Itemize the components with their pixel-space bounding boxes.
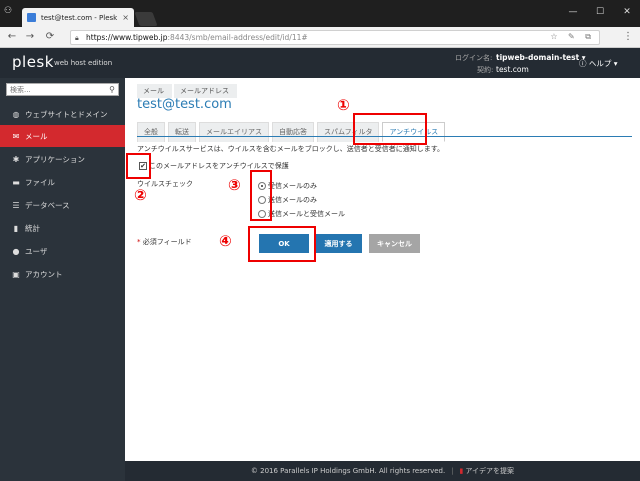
footer: © 2016 Parallels IP Holdings GmbH. All r… [125,461,640,481]
sidebar-search: ⚲ [6,83,119,96]
sidebar-item-files[interactable]: ▬ ファイル [0,171,125,193]
tab-close-icon[interactable]: × [122,13,129,22]
sidebar-item-label: 統計 [25,223,40,233]
radio-incoming-label: 受信メールのみ [268,182,317,190]
required-label: 必須フィールド [142,238,192,246]
folder-icon: ▬ [12,177,20,187]
url-path: :8443/smb/email-address/edit/id/11# [167,33,308,42]
browser-titlebar: ⚇ test@test.com - Plesk 1 × — ☐ ✕ [0,0,640,27]
required-star: * [137,238,141,246]
annotation-number-3: ③ [228,176,241,194]
sidebar-item-account[interactable]: ▣ アカウント [0,263,125,285]
tab-aliases[interactable]: メールエイリアス [199,122,269,142]
breadcrumb: メール メールアドレス [137,84,239,98]
footer-separator: | [451,467,454,475]
sidebar-item-label: アプリケーション [25,154,85,164]
gear-icon: ✱ [12,154,20,164]
lightbulb-icon: ▮ [459,467,464,475]
annotation-box-2 [126,153,151,179]
antivirus-description: アンチウイルスサービスは、ウイルスを含むメールをブロックし、送信者と受信者に通知… [137,145,445,153]
radio-both-label: 送信メールと受信メール [268,210,345,218]
address-bar: ← → ⟳ 🔒︎ https://www.tipweb.jp :8443/smb… [0,27,640,48]
annotation-box-1 [353,113,427,145]
contract-value[interactable]: test.com [496,65,529,74]
mail-icon: ✉ [12,131,20,141]
plesk-header: plesk web host edition ログイン名: tipweb-dom… [0,48,640,78]
back-icon[interactable]: ← [6,31,18,43]
required-fields-note: * 必須フィールド [137,237,192,247]
search-icon[interactable]: ⚲ [109,85,115,94]
tab-forwarding[interactable]: 転送 [168,122,196,142]
maximize-icon[interactable]: ☐ [593,6,607,18]
tab-title: test@test.com - Plesk 1 [41,13,120,22]
omnibox-icons[interactable]: ☆ ✎ ⧉ [550,32,595,42]
url-host: https://www.tipweb.jp [86,33,168,42]
cancel-button[interactable]: キャンセル [369,234,420,253]
sidebar-item-label: アカウント [25,269,63,279]
sidebar-item-applications[interactable]: ✱ アプリケーション [0,148,125,170]
account-icon: ▣ [12,269,20,279]
login-label: ログイン名: [455,54,493,62]
copyright-text: © 2016 Parallels IP Holdings GmbH. All r… [250,467,446,475]
user-icon: ● [12,246,20,256]
globe-icon: ◍ [12,109,20,119]
suggest-idea-link[interactable]: アイデアを提案 [465,466,514,476]
help-menu[interactable]: ⓘ ヘルプ ▾ [579,58,618,69]
sidebar-item-databases[interactable]: ☰ データベース [0,194,125,216]
bar-chart-icon: ▮ [13,223,19,233]
lock-icon: 🔒︎ [75,33,79,42]
plesk-logo[interactable]: plesk [12,53,54,71]
annotation-box-3 [250,170,272,221]
sidebar-item-mail[interactable]: ✉ メール [0,125,125,147]
sidebar-item-users[interactable]: ● ユーザ [0,240,125,262]
forward-icon[interactable]: → [24,31,36,43]
sidebar-item-statistics[interactable]: ▮ 統計 [0,217,125,239]
annotation-number-2: ② [134,186,147,204]
reload-icon[interactable]: ⟳ [44,31,56,43]
search-input[interactable] [10,85,105,94]
sidebar-item-label: ファイル [25,177,55,187]
sidebar-item-label: データベース [25,200,70,210]
breadcrumb-addresses[interactable]: メールアドレス [174,84,237,98]
sidebar-item-label: メール [25,131,48,141]
annotation-number-4: ④ [219,232,232,250]
close-window-icon[interactable]: ✕ [620,6,634,18]
profile-icon[interactable]: ⚇ [4,6,18,18]
page-title: test@test.com [137,97,232,112]
radio-outgoing-label: 送信メールのみ [268,196,317,204]
edition-label: web host edition [54,59,113,67]
browser-menu-icon[interactable]: ⋮ [623,31,633,42]
new-tab-button[interactable] [134,12,158,26]
tab-general[interactable]: 全般 [137,122,165,142]
sidebar-item-label: ユーザ [25,246,48,256]
browser-tab[interactable]: test@test.com - Plesk 1 × [22,8,134,27]
annotation-box-4 [248,226,316,262]
annotation-number-1: ① [337,96,350,114]
tab-autoreply[interactable]: 自動応答 [272,122,314,142]
sidebar-item-websites[interactable]: ◍ ウェブサイトとドメイン [0,103,125,125]
sidebar: ⚲ ◍ ウェブサイトとドメイン ✉ メール ✱ アプリケーション ▬ ファイル … [0,78,125,481]
breadcrumb-mail[interactable]: メール [137,84,172,98]
apply-button[interactable]: 適用する [315,234,362,253]
database-icon: ☰ [12,200,20,210]
url-field[interactable]: 🔒︎ https://www.tipweb.jp :8443/smb/email… [70,30,600,45]
contract-label: 契約: [477,66,494,74]
minimize-icon[interactable]: — [566,6,580,18]
favicon-icon [27,13,36,22]
login-user-menu[interactable]: tipweb-domain-test ▾ [496,53,586,62]
sidebar-item-label: ウェブサイトとドメイン [25,109,108,119]
